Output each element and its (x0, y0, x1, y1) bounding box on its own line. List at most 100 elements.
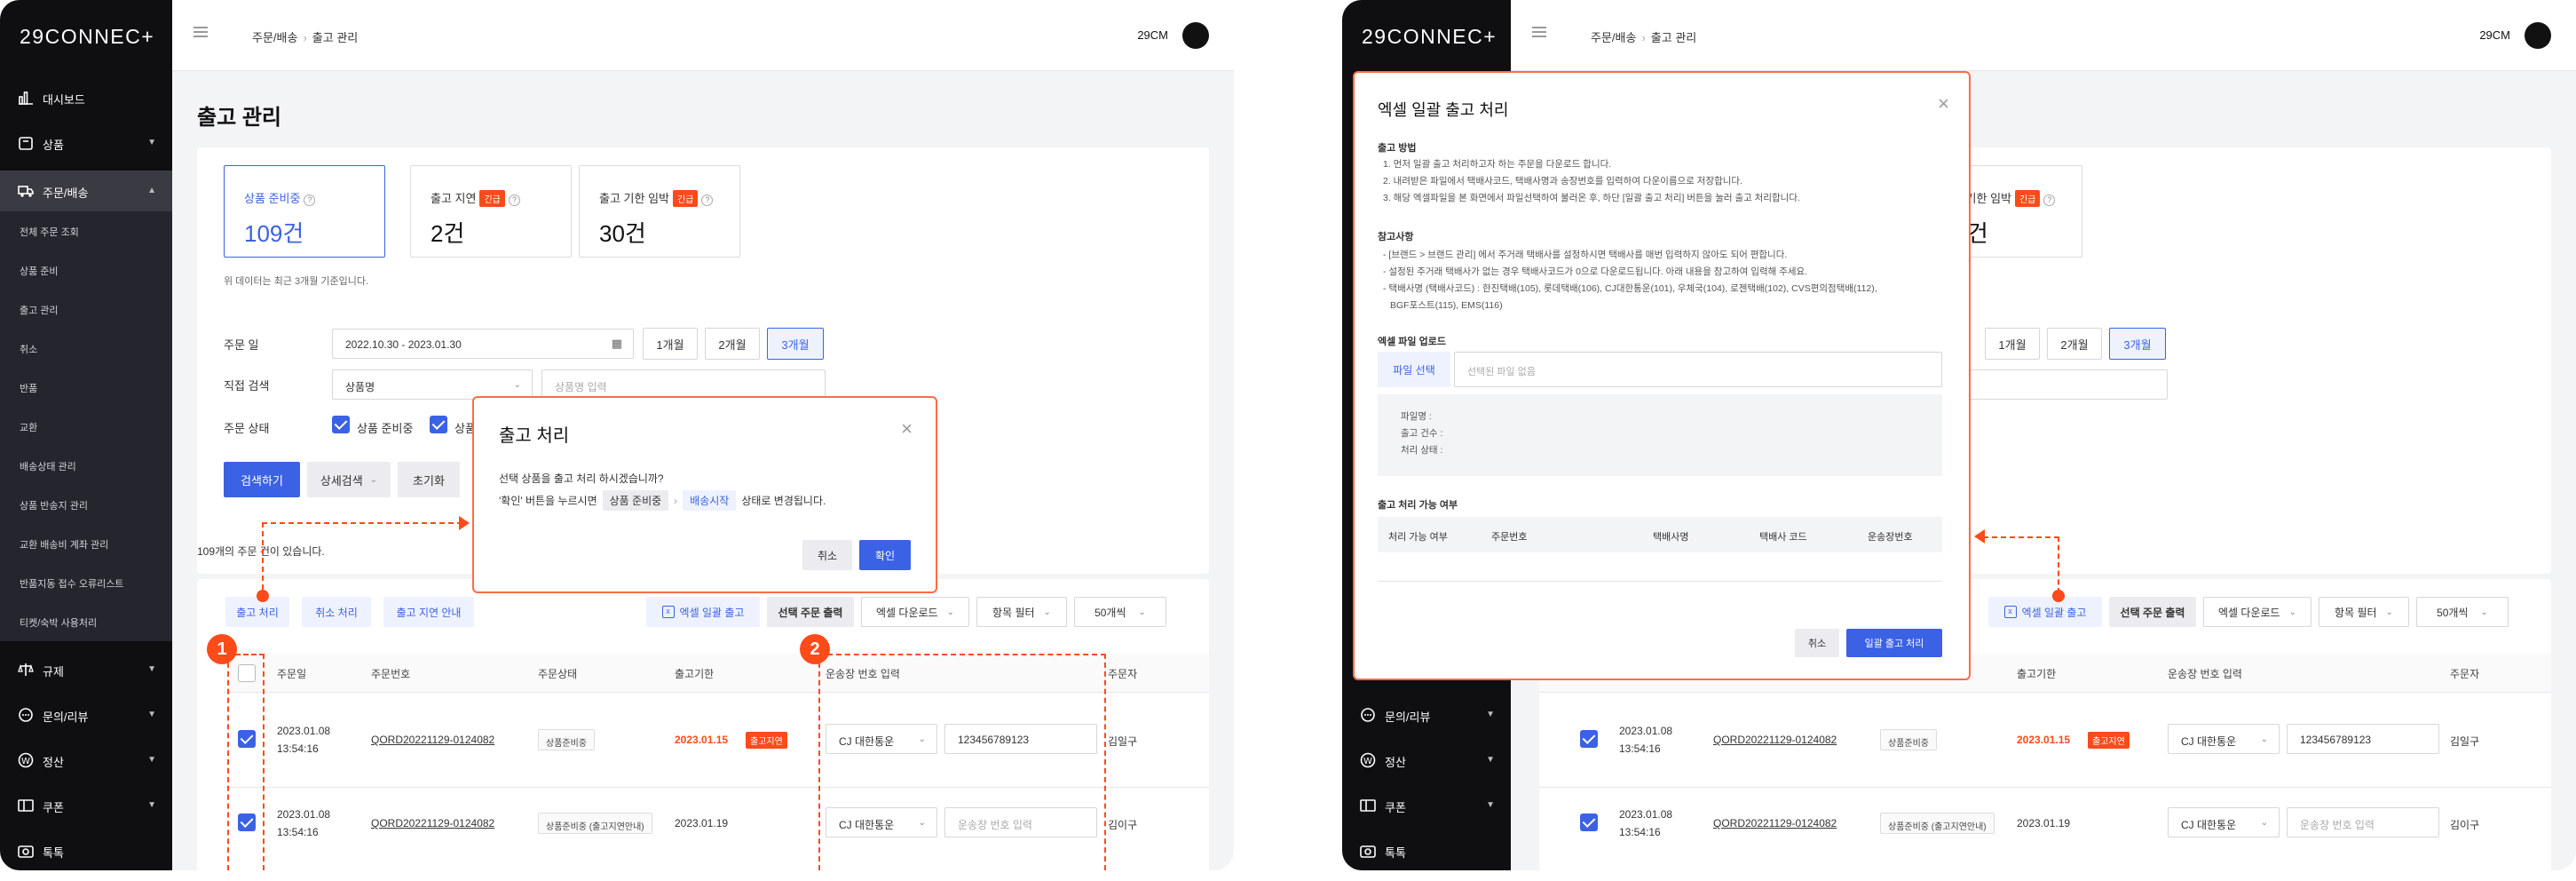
ref-title: 참고사항 (1378, 232, 1414, 242)
camera-icon (1360, 845, 1376, 858)
bulk-ship-button[interactable]: 일괄 출고 처리 (1846, 629, 1942, 657)
help-icon[interactable]: ? (508, 194, 520, 206)
ship-button[interactable]: 출고 처리 (225, 597, 289, 627)
help-icon[interactable]: ? (2043, 194, 2056, 206)
date-range-input[interactable]: 2022.10.30 - 2023.01.30 ▦ (332, 329, 634, 359)
sidebar-subitem[interactable]: 상품 반송지 관리 (0, 485, 172, 524)
order-number-link[interactable]: QORD20221129-0124082 (1713, 817, 1837, 829)
chevron-up-icon: ▲ (147, 186, 156, 195)
status-checkbox[interactable] (430, 416, 447, 433)
period-2m-button[interactable]: 2개월 (705, 328, 760, 360)
period-2m-button[interactable]: 2개월 (2047, 328, 2102, 360)
sidebar-item-talk[interactable]: 톡톡 (0, 833, 172, 869)
sidebar-item-inquiry[interactable]: 문의/리뷰 ▼ (1342, 697, 1511, 733)
sidebar-item-coupon[interactable]: 쿠폰 ▼ (0, 788, 172, 823)
excel-download-select[interactable]: 엑셀 다운로드 ⌄ (861, 597, 969, 627)
sidebar-subitem[interactable]: 상품 준비 (0, 250, 172, 290)
excel-ship-button[interactable]: x 엑셀 일괄 출고 (1988, 597, 2102, 627)
status-card-ready[interactable]: 상품 준비중? 109건 (224, 165, 385, 258)
close-icon[interactable]: × (1938, 92, 1949, 115)
modal-cancel-button[interactable]: 취소 (802, 540, 852, 570)
row-checkbox[interactable] (1580, 814, 1598, 831)
sidebar-subitem[interactable]: 티켓/숙박 사용처리 (0, 602, 172, 641)
order-number-link[interactable]: QORD20221129-0124082 (371, 817, 494, 829)
table-row[interactable]: 2023.01.08 13:54:16 QORD20221129-0124082… (1539, 787, 2551, 870)
table-row[interactable]: 2023.01.08 13:54:16 QORD20221129-0124082… (1539, 693, 2551, 787)
file-name-input[interactable]: 선택된 파일 없음 (1454, 352, 1942, 387)
delay-notice-button[interactable]: 출고 지연 안내 (383, 597, 474, 627)
menu-icon[interactable] (1532, 27, 1546, 37)
tracking-input[interactable]: 123456789123 (2287, 724, 2439, 754)
row-checkbox[interactable] (1580, 730, 1598, 748)
status-checkbox[interactable] (332, 416, 350, 433)
excel-download-select[interactable]: 엑셀 다운로드 ⌄ (2203, 597, 2311, 627)
modal-title: 출고 처리 (499, 426, 570, 446)
cancel-ship-button[interactable]: 취소 처리 (302, 597, 371, 627)
excel-ship-button[interactable]: x 엑셀 일괄 출고 (646, 597, 760, 627)
reset-button[interactable]: 초기화 (398, 462, 460, 497)
chevron-down-icon: ▼ (147, 710, 156, 719)
sidebar-subitem[interactable]: 반품지동 접수 오류리스트 (0, 563, 172, 602)
ref-list: - [브랜드 > 브랜드 관리] 에서 주거래 택배사를 설정하시면 택배사를 … (1383, 250, 1877, 311)
sidebar-item-regulation[interactable]: 규제 ▼ (0, 652, 172, 687)
step-badge-1: 1 (207, 634, 237, 664)
courier-select[interactable]: CJ 대한통운 ⌄ (2168, 724, 2280, 754)
status-card-imminent[interactable]: 출고 기한 임박긴급? 30건 (579, 165, 740, 258)
chevron-down-icon: ▼ (1486, 755, 1495, 765)
sidebar-subitem[interactable]: 배송상태 관리 (0, 446, 172, 485)
per-page-select[interactable]: 50개씩 ⌄ (2416, 597, 2509, 627)
sidebar-item-orders[interactable]: 주문/배송 ▲ (0, 171, 172, 211)
sidebar-subitem[interactable]: 교환 배송비 계좌 관리 (0, 524, 172, 563)
print-button[interactable]: 선택 주문 출력 (2109, 597, 2196, 627)
sidebar-subitem[interactable]: 출고 관리 (0, 290, 172, 329)
page-title: 출고 관리 (197, 106, 281, 130)
sidebar-subitem[interactable]: 취소 (0, 329, 172, 368)
per-page-select[interactable]: 50개씩 ⌄ (1074, 597, 1166, 627)
sidebar-item-settlement[interactable]: W 정산 ▼ (0, 742, 172, 778)
sidebar-item-dashboard[interactable]: 대시보드 (0, 80, 172, 115)
sidebar: 29CONNEC+ 대시보드 상품 ▼ 주문/배송 ▲ 전체 주문 조회 상품 … (0, 0, 172, 870)
sidebar-item-talk[interactable]: 톡톡 (1342, 833, 1511, 869)
status-card-delay[interactable]: 출고 지연 긴급? 2건 (410, 165, 572, 258)
order-date-label: 주문 일 (224, 338, 259, 352)
chevron-down-icon: ⌄ (1043, 607, 1051, 617)
sidebar-item-inquiry[interactable]: 문의/리뷰 ▼ (0, 697, 172, 733)
order-status-label: 주문 상태 (224, 422, 270, 435)
search-type-select[interactable]: 상품명 ⌄ (332, 369, 533, 400)
field-filter-select[interactable]: 항목 필터 ⌄ (2319, 597, 2409, 627)
sidebar-subitem[interactable]: 교환 (0, 407, 172, 446)
pointer-dot (2052, 590, 2065, 602)
sidebar-item-coupon[interactable]: 쿠폰 ▼ (1342, 788, 1511, 823)
period-3m-button[interactable]: 3개월 (2109, 328, 2166, 360)
connector-line (262, 522, 264, 590)
avatar[interactable] (1182, 22, 1209, 49)
file-select-button[interactable]: 파일 선택 (1378, 352, 1450, 387)
avatar[interactable] (2525, 22, 2551, 49)
help-icon[interactable]: ? (701, 194, 714, 206)
status-badge: 상품준비중 (1880, 729, 1937, 750)
search-button[interactable]: 검색하기 (224, 462, 300, 497)
search-input[interactable]: 상품명 입력 (541, 369, 826, 400)
order-number-link[interactable]: QORD20221129-0124082 (1713, 734, 1837, 746)
method-list: 1. 먼저 일괄 출고 처리하고자 하는 주문을 다운로드 합니다. 2. 내려… (1383, 159, 1800, 203)
tracking-input[interactable]: 운송장 번호 입력 (2287, 807, 2439, 837)
close-icon[interactable]: × (901, 417, 913, 440)
sidebar-subitem[interactable]: 반품 (0, 368, 172, 407)
period-1m-button[interactable]: 1개월 (1985, 328, 2040, 360)
order-number-link[interactable]: QORD20221129-0124082 (371, 734, 494, 746)
sidebar-item-settlement[interactable]: W 정산 ▼ (1342, 742, 1511, 778)
modal-cancel-button[interactable]: 취소 (1795, 629, 1839, 657)
print-button[interactable]: 선택 주문 출력 (767, 597, 854, 627)
sidebar-subitem[interactable]: 전체 주문 조회 (0, 211, 172, 250)
sidebar-item-product[interactable]: 상품 ▼ (0, 125, 172, 161)
help-icon[interactable]: ? (304, 194, 316, 206)
possible-table-header: 처리 가능 여부 주문번호 택배사명 택배사 코드 운송장번호 (1378, 517, 1942, 552)
detail-search-button[interactable]: 상세검색 ⌄ (307, 462, 391, 497)
field-filter-select[interactable]: 항목 필터 ⌄ (976, 597, 1067, 627)
modal-confirm-button[interactable]: 확인 (859, 540, 911, 570)
courier-select[interactable]: CJ 대한통운 ⌄ (2168, 807, 2280, 837)
period-3m-button[interactable]: 3개월 (767, 328, 824, 360)
delay-badge: 출고지연 (746, 732, 787, 749)
period-1m-button[interactable]: 1개월 (643, 328, 698, 360)
menu-icon[interactable] (194, 27, 208, 37)
